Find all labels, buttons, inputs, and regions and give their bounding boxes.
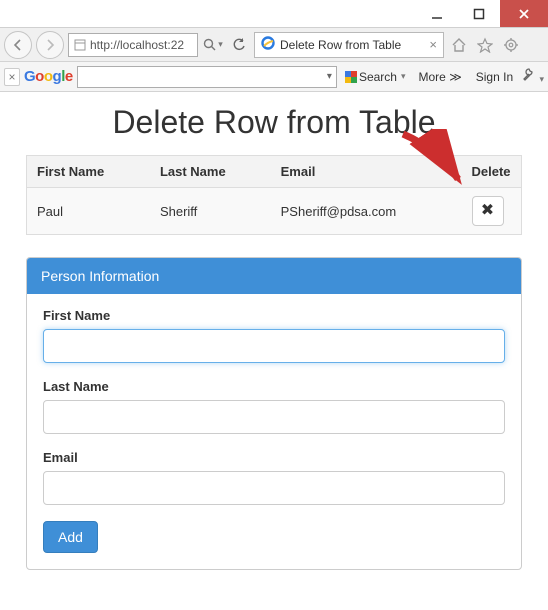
page-title: Delete Row from Table (26, 104, 522, 141)
google-logo: Google (24, 68, 73, 85)
tools-icon[interactable] (500, 34, 522, 56)
browser-tab[interactable]: Delete Row from Table × (254, 32, 444, 58)
cell-last-name: Sheriff (150, 188, 271, 235)
search-dropdown-icon[interactable]: ▾ (202, 34, 224, 56)
ie-icon (261, 36, 275, 53)
address-bar[interactable]: http://localhost:22 (68, 33, 198, 57)
tab-close-icon[interactable]: × (429, 37, 437, 52)
last-name-input[interactable] (43, 400, 505, 434)
col-first-name: First Name (27, 156, 150, 188)
close-button[interactable] (500, 0, 548, 27)
first-name-label: First Name (43, 308, 505, 323)
chevron-down-icon[interactable]: ▾ (327, 71, 332, 82)
col-delete: Delete (462, 156, 522, 188)
person-form-panel: Person Information First Name Last Name … (26, 257, 522, 570)
google-search-button[interactable]: Search ▾ (341, 70, 410, 84)
col-email: Email (271, 156, 462, 188)
toolbar-close-icon[interactable]: × (4, 68, 20, 86)
email-label: Email (43, 450, 505, 465)
window-titlebar (0, 0, 548, 28)
maximize-button[interactable] (458, 0, 500, 27)
minimize-button[interactable] (416, 0, 458, 27)
table-row: Paul Sheriff PSheriff@pdsa.com ✖ (27, 188, 522, 235)
page-content: Delete Row from Table First Name Last Na… (0, 92, 548, 586)
google-toolbar: × Google ▾ Search ▾ More ≫ Sign In ▾ (0, 62, 548, 92)
first-name-input[interactable] (43, 329, 505, 363)
google-search-input[interactable]: ▾ (77, 66, 337, 88)
email-input[interactable] (43, 471, 505, 505)
add-button[interactable]: Add (43, 521, 98, 553)
wrench-icon[interactable]: ▾ (522, 68, 544, 85)
tab-title: Delete Row from Table (280, 38, 424, 52)
google-more-button[interactable]: More ≫ (414, 70, 467, 84)
close-icon: ✖ (481, 203, 494, 219)
delete-row-button[interactable]: ✖ (472, 196, 504, 226)
cell-first-name: Paul (27, 188, 150, 235)
browser-nav-row: http://localhost:22 ▾ Delete Row from Ta… (0, 28, 548, 62)
home-icon[interactable] (448, 34, 470, 56)
google-signin-button[interactable]: Sign In (471, 70, 518, 84)
favorites-icon[interactable] (474, 34, 496, 56)
refresh-button[interactable] (228, 34, 250, 56)
google-search-label: Search (359, 70, 397, 84)
forward-button[interactable] (36, 31, 64, 59)
col-last-name: Last Name (150, 156, 271, 188)
cell-email: PSheriff@pdsa.com (271, 188, 462, 235)
last-name-label: Last Name (43, 379, 505, 394)
address-bar-text: http://localhost:22 (90, 38, 184, 52)
people-table: First Name Last Name Email Delete Paul S… (26, 155, 522, 235)
back-button[interactable] (4, 31, 32, 59)
panel-heading: Person Information (27, 258, 521, 294)
